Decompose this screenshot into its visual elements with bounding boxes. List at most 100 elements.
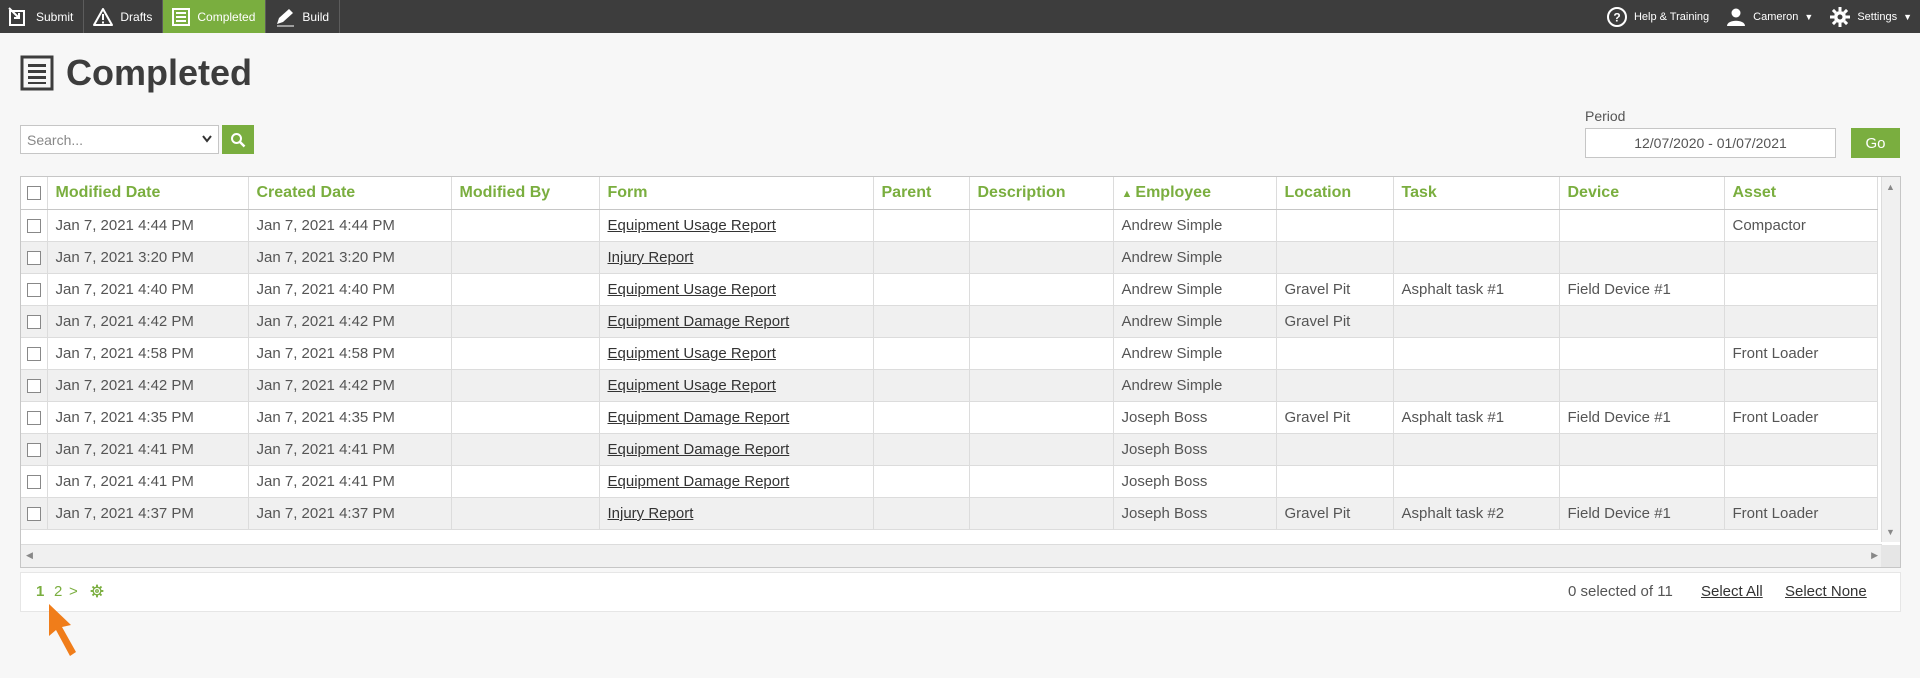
row-checkbox-cell[interactable]	[21, 465, 48, 498]
column-header-description[interactable]: Description	[969, 177, 1114, 210]
table-row[interactable]: Jan 7, 2021 4:42 PM Jan 7, 2021 4:42 PM Eq…	[21, 369, 1878, 402]
row-checkbox[interactable]	[26, 443, 41, 458]
column-header-employee[interactable]: ▲ Employee	[1113, 177, 1277, 210]
select-all-checkbox[interactable]	[26, 185, 41, 200]
cell-location	[1276, 465, 1394, 498]
row-checkbox[interactable]	[26, 475, 41, 490]
scroll-up-icon[interactable]: ▲	[1886, 182, 1895, 192]
table-row[interactable]: Jan 7, 2021 4:41 PM Jan 7, 2021 4:41 PM Eq…	[21, 465, 1878, 498]
cell-device	[1559, 241, 1725, 274]
row-checkbox[interactable]	[26, 347, 41, 362]
row-checkbox-cell[interactable]	[21, 273, 48, 306]
nav-build[interactable]: Build	[266, 0, 341, 33]
nav-drafts[interactable]: Drafts	[84, 0, 164, 33]
row-checkbox[interactable]	[26, 219, 41, 234]
row-checkbox-cell[interactable]	[21, 337, 48, 370]
table-row[interactable]: Jan 7, 2021 3:20 PM Jan 7, 2021 3:20 PM In…	[21, 241, 1878, 274]
row-checkbox-cell[interactable]	[21, 241, 48, 274]
column-header-asset[interactable]: Asset	[1724, 177, 1878, 210]
search-input[interactable]	[21, 126, 203, 153]
gear-icon[interactable]	[90, 584, 104, 598]
row-checkbox-cell[interactable]	[21, 433, 48, 466]
horizontal-scrollbar[interactable]: ◀ ▶	[21, 544, 1882, 567]
table-row[interactable]: Jan 7, 2021 4:42 PM Jan 7, 2021 4:42 PM Eq…	[21, 305, 1878, 338]
cell-task: Asphalt task #2	[1393, 497, 1560, 530]
table-row[interactable]: Jan 7, 2021 4:35 PM Jan 7, 2021 4:35 PM Eq…	[21, 401, 1878, 434]
cell-created-date: Jan 7, 2021 4:41 PM	[248, 465, 452, 498]
settings-menu[interactable]: Settings ▼	[1821, 0, 1920, 33]
form-link[interactable]: Equipment Usage Report	[608, 377, 776, 394]
cell-asset	[1724, 465, 1878, 498]
row-checkbox-cell[interactable]	[21, 369, 48, 402]
cell-form: Injury Report	[599, 497, 874, 530]
row-checkbox-cell[interactable]	[21, 209, 48, 242]
table-row[interactable]: Jan 7, 2021 4:41 PM Jan 7, 2021 4:41 PM Eq…	[21, 433, 1878, 466]
go-button[interactable]: Go	[1851, 128, 1900, 158]
table-row[interactable]: Jan 7, 2021 4:58 PM Jan 7, 2021 4:58 PM Eq…	[21, 337, 1878, 370]
cell-modified-date: Jan 7, 2021 4:40 PM	[47, 273, 249, 306]
row-checkbox[interactable]	[26, 507, 41, 522]
form-link[interactable]: Equipment Damage Report	[608, 409, 790, 426]
scroll-left-icon[interactable]: ◀	[26, 550, 33, 561]
form-link[interactable]: Equipment Damage Report	[608, 313, 790, 330]
cell-task	[1393, 465, 1560, 498]
cell-form: Equipment Usage Report	[599, 337, 874, 370]
row-checkbox[interactable]	[26, 379, 41, 394]
table-row[interactable]: Jan 7, 2021 4:37 PM Jan 7, 2021 4:37 PM In…	[21, 497, 1878, 530]
cell-parent	[873, 497, 970, 530]
column-header-form[interactable]: Form	[599, 177, 874, 210]
cell-employee: Andrew Simple	[1113, 241, 1277, 274]
column-header-task[interactable]: Task	[1393, 177, 1560, 210]
cell-description	[969, 433, 1114, 466]
cell-modified-by	[451, 465, 600, 498]
column-header-modified-date[interactable]: Modified Date	[47, 177, 249, 210]
form-link[interactable]: Injury Report	[608, 249, 694, 266]
cell-created-date: Jan 7, 2021 4:58 PM	[248, 337, 452, 370]
column-header-modified-by[interactable]: Modified By	[451, 177, 600, 210]
search-button[interactable]	[222, 125, 254, 154]
cell-employee: Andrew Simple	[1113, 209, 1277, 242]
row-checkbox-cell[interactable]	[21, 497, 48, 530]
row-checkbox-cell[interactable]	[21, 401, 48, 434]
page-2-link[interactable]: 2	[54, 583, 62, 600]
vertical-scrollbar[interactable]: ▲ ▼	[1881, 177, 1900, 542]
cell-employee: Andrew Simple	[1113, 305, 1277, 338]
next-page-link[interactable]: >	[69, 583, 78, 600]
row-checkbox[interactable]	[26, 283, 41, 298]
scroll-right-icon[interactable]: ▶	[1871, 550, 1878, 561]
row-checkbox[interactable]	[26, 251, 41, 266]
select-all-checkbox-cell[interactable]	[21, 177, 48, 210]
cell-created-date: Jan 7, 2021 4:42 PM	[248, 305, 452, 338]
row-checkbox[interactable]	[26, 411, 41, 426]
cell-form: Injury Report	[599, 241, 874, 274]
select-none-link[interactable]: Select None	[1785, 583, 1867, 600]
help-training-link[interactable]: ? Help & Training	[1598, 0, 1717, 33]
select-all-link[interactable]: Select All	[1701, 583, 1763, 600]
cell-location	[1276, 337, 1394, 370]
form-link[interactable]: Equipment Damage Report	[608, 441, 790, 458]
form-link[interactable]: Equipment Usage Report	[608, 281, 776, 298]
row-checkbox[interactable]	[26, 315, 41, 330]
form-link[interactable]: Equipment Damage Report	[608, 473, 790, 490]
chevron-down-icon[interactable]	[202, 135, 212, 143]
cell-parent	[873, 305, 970, 338]
column-header-device[interactable]: Device	[1559, 177, 1725, 210]
column-header-location[interactable]: Location	[1276, 177, 1394, 210]
row-checkbox-cell[interactable]	[21, 305, 48, 338]
column-header-created-date[interactable]: Created Date	[248, 177, 452, 210]
table-row[interactable]: Jan 7, 2021 4:40 PM Jan 7, 2021 4:40 PM Eq…	[21, 273, 1878, 306]
nav-completed[interactable]: Completed	[163, 0, 267, 33]
cell-employee: Joseph Boss	[1113, 401, 1277, 434]
form-link[interactable]: Injury Report	[608, 505, 694, 522]
table-row[interactable]: Jan 7, 2021 4:44 PM Jan 7, 2021 4:44 PM Eq…	[21, 209, 1878, 242]
period-date-range-input[interactable]: 12/07/2020 - 01/07/2021	[1585, 128, 1836, 158]
column-header-parent[interactable]: Parent	[873, 177, 970, 210]
user-menu[interactable]: Cameron ▼	[1717, 0, 1821, 33]
form-link[interactable]: Equipment Usage Report	[608, 217, 776, 234]
nav-submit[interactable]: Submit	[0, 0, 85, 33]
scroll-down-icon[interactable]: ▼	[1886, 527, 1895, 537]
cell-location	[1276, 209, 1394, 242]
cell-parent	[873, 209, 970, 242]
page-1-link[interactable]: 1	[36, 583, 44, 600]
form-link[interactable]: Equipment Usage Report	[608, 345, 776, 362]
